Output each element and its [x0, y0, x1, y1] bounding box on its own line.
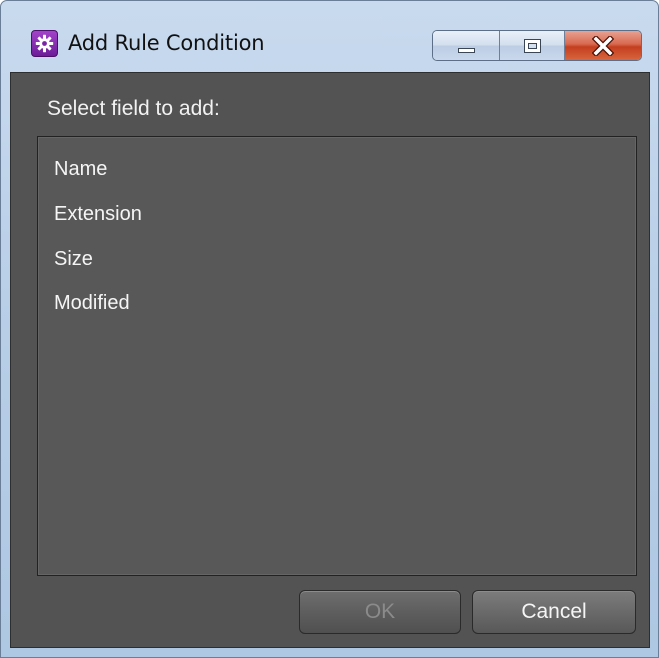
close-icon [591, 34, 615, 60]
cancel-button[interactable]: Cancel [472, 590, 636, 634]
maximize-icon [524, 39, 541, 53]
maximize-button[interactable] [500, 31, 565, 60]
dialog-window: Add Rule Condition Select field to add: [0, 0, 659, 658]
minimize-button[interactable] [433, 31, 500, 60]
minimize-icon [458, 48, 475, 53]
close-button[interactable] [565, 31, 641, 60]
field-list[interactable]: Name Extension Size Modified [37, 136, 637, 576]
list-item-name[interactable]: Name [54, 158, 107, 181]
list-item-modified[interactable]: Modified [54, 292, 130, 315]
dialog-body: Select field to add: Name Extension Size… [10, 72, 650, 648]
window-title: Add Rule Condition [68, 31, 265, 55]
caption-buttons [432, 30, 642, 61]
list-item-extension[interactable]: Extension [54, 203, 142, 226]
title-bar[interactable]: Add Rule Condition [1, 1, 658, 71]
ok-button[interactable]: OK [299, 590, 461, 634]
list-item-size[interactable]: Size [54, 248, 93, 271]
prompt-label: Select field to add: [47, 97, 220, 120]
gear-icon[interactable] [31, 30, 58, 57]
